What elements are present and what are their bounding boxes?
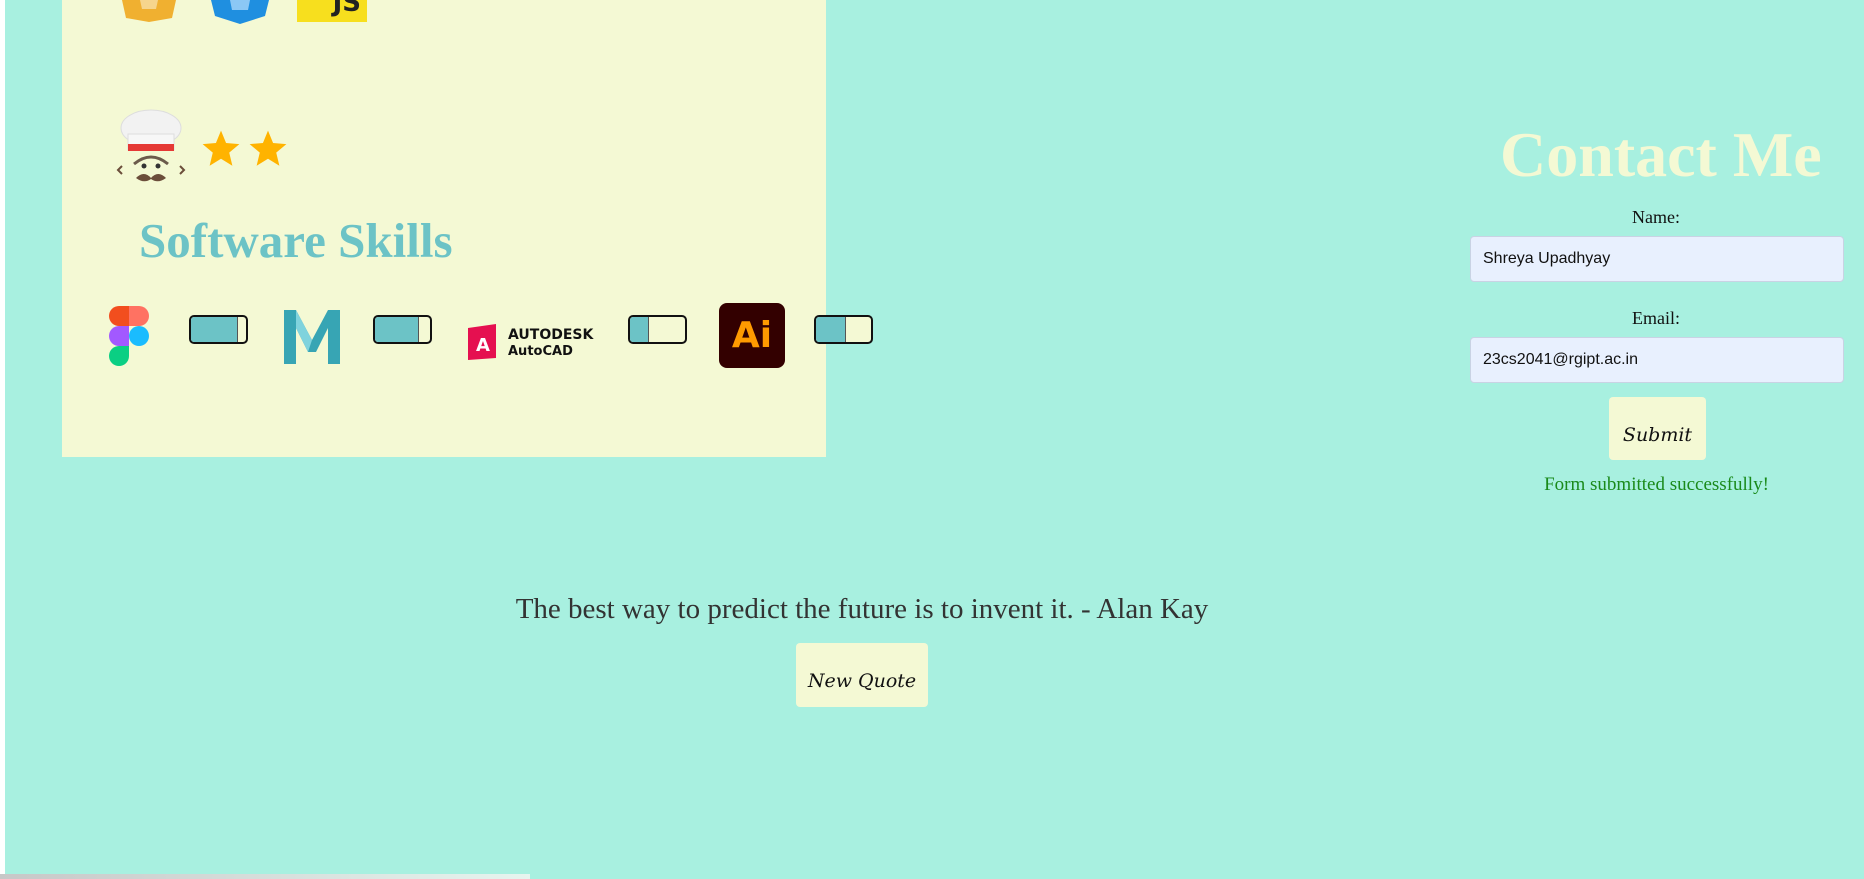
javascript-logo-icon: JS: [297, 0, 367, 22]
name-label: Name:: [1632, 207, 1680, 227]
meter-fill: [630, 317, 650, 342]
css3-logo-icon: [211, 0, 269, 24]
autocad-skill-meter: [628, 315, 687, 344]
maya-logo-icon: [284, 310, 340, 364]
new-quote-button[interactable]: New Quote: [796, 643, 928, 707]
submit-button[interactable]: Submit: [1609, 397, 1706, 460]
html5-logo-icon: [122, 0, 176, 22]
illustrator-skill-meter: [814, 315, 873, 344]
meter-fill: [816, 317, 847, 342]
adobe-illustrator-logo-icon: Ai: [719, 303, 785, 368]
software-skills-heading: Software Skills: [139, 213, 453, 268]
autocad-product-text: AutoCAD: [508, 344, 573, 359]
page-left-edge: [0, 0, 5, 879]
figma-logo-icon: [109, 306, 149, 366]
name-input[interactable]: [1470, 236, 1844, 282]
horizontal-scrollbar[interactable]: [0, 874, 530, 879]
star-icon: [249, 130, 287, 166]
meter-fill: [375, 317, 419, 342]
maya-skill-meter: [373, 315, 432, 344]
meter-fill: [191, 317, 238, 342]
figma-skill-meter: [189, 315, 248, 344]
svg-text:A: A: [476, 335, 490, 356]
chef-icon: [116, 109, 186, 182]
autocad-logo-icon: A AUTODESK AutoCAD: [468, 324, 594, 360]
autocad-brand-text: AUTODESK: [508, 327, 594, 343]
email-label: Email:: [1632, 308, 1680, 328]
ai-logo-text: Ai: [731, 315, 773, 356]
js-logo-text: JS: [332, 0, 361, 18]
star-icon: [202, 130, 240, 166]
form-success-message: Form submitted successfully!: [1544, 474, 1769, 495]
contact-me-heading: Contact Me: [1500, 119, 1822, 190]
email-input[interactable]: [1470, 337, 1844, 383]
quote-text: The best way to predict the future is to…: [515, 593, 1209, 625]
